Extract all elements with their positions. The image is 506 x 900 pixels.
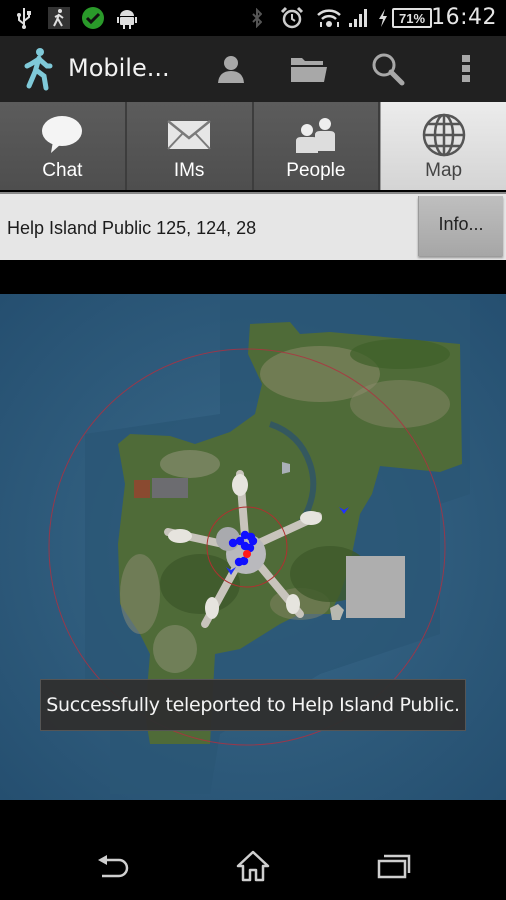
back-icon [98,855,129,878]
clock: 16:42 [431,5,497,30]
signal-icon [348,6,370,30]
navigation-bar [0,800,506,900]
recent-apps-button[interactable] [364,844,424,888]
bluetooth-icon [252,6,262,30]
search-button[interactable] [363,46,413,92]
tab-label: IMs [173,160,205,181]
globe-icon [421,112,467,158]
sand-patch [120,554,160,634]
sand-patch [153,625,197,673]
home-button[interactable] [223,844,283,888]
tab-people[interactable]: People [253,102,381,190]
location-bar: Help Island Public 125, 124, 28 Info... [0,192,506,260]
forest-patch [350,339,450,369]
app-logo-walker-icon[interactable] [22,46,56,97]
building [134,480,150,498]
profile-button[interactable] [206,46,256,92]
tab-chat[interactable]: Chat [0,102,127,190]
overflow-menu-button[interactable] [441,46,491,92]
location-text: Help Island Public 125, 124, 28 [7,218,257,238]
back-button[interactable] [82,844,142,888]
more-vertical-icon [462,55,470,82]
building [152,478,188,498]
sandbox-platform [346,556,405,618]
tab-bar: Chat IMs People Map [0,102,506,190]
sand-patch [160,450,220,478]
home-icon [236,850,270,882]
tab-ims[interactable]: IMs [126,102,254,190]
person-icon [218,56,244,83]
avatar-marker[interactable] [228,538,238,548]
screen: 71% 16:42 Mobile... Chat IMs People Map … [0,0,506,900]
toast-notification: Successfully teleported to Help Island P… [40,679,466,731]
inventory-button[interactable] [284,46,334,92]
usb-icon [14,6,34,30]
android-icon [116,6,138,30]
alarm-icon [280,6,304,30]
recent-apps-icon [377,854,411,879]
app-walker-icon [48,6,70,30]
wifi-icon [316,6,342,30]
tab-label: Map [425,160,463,181]
avatar-marker[interactable] [234,557,244,567]
check-icon [81,6,105,30]
status-bar: 71% 16:42 [0,0,506,36]
app-title: Mobile... [68,54,170,82]
building [282,462,290,474]
envelope-icon [167,112,211,158]
people-icon [294,112,338,158]
info-button[interactable]: Info... [418,196,503,256]
charging-icon [376,6,390,30]
battery-level: 71% [392,8,432,28]
tab-label: People [286,160,346,181]
tab-label: Chat [42,160,83,181]
folder-icon [291,58,327,82]
chat-bubble-icon [41,112,83,158]
self-marker[interactable] [243,550,251,558]
action-bar: Mobile... [0,36,506,102]
tab-map[interactable]: Map [380,102,506,190]
search-icon [372,53,405,86]
